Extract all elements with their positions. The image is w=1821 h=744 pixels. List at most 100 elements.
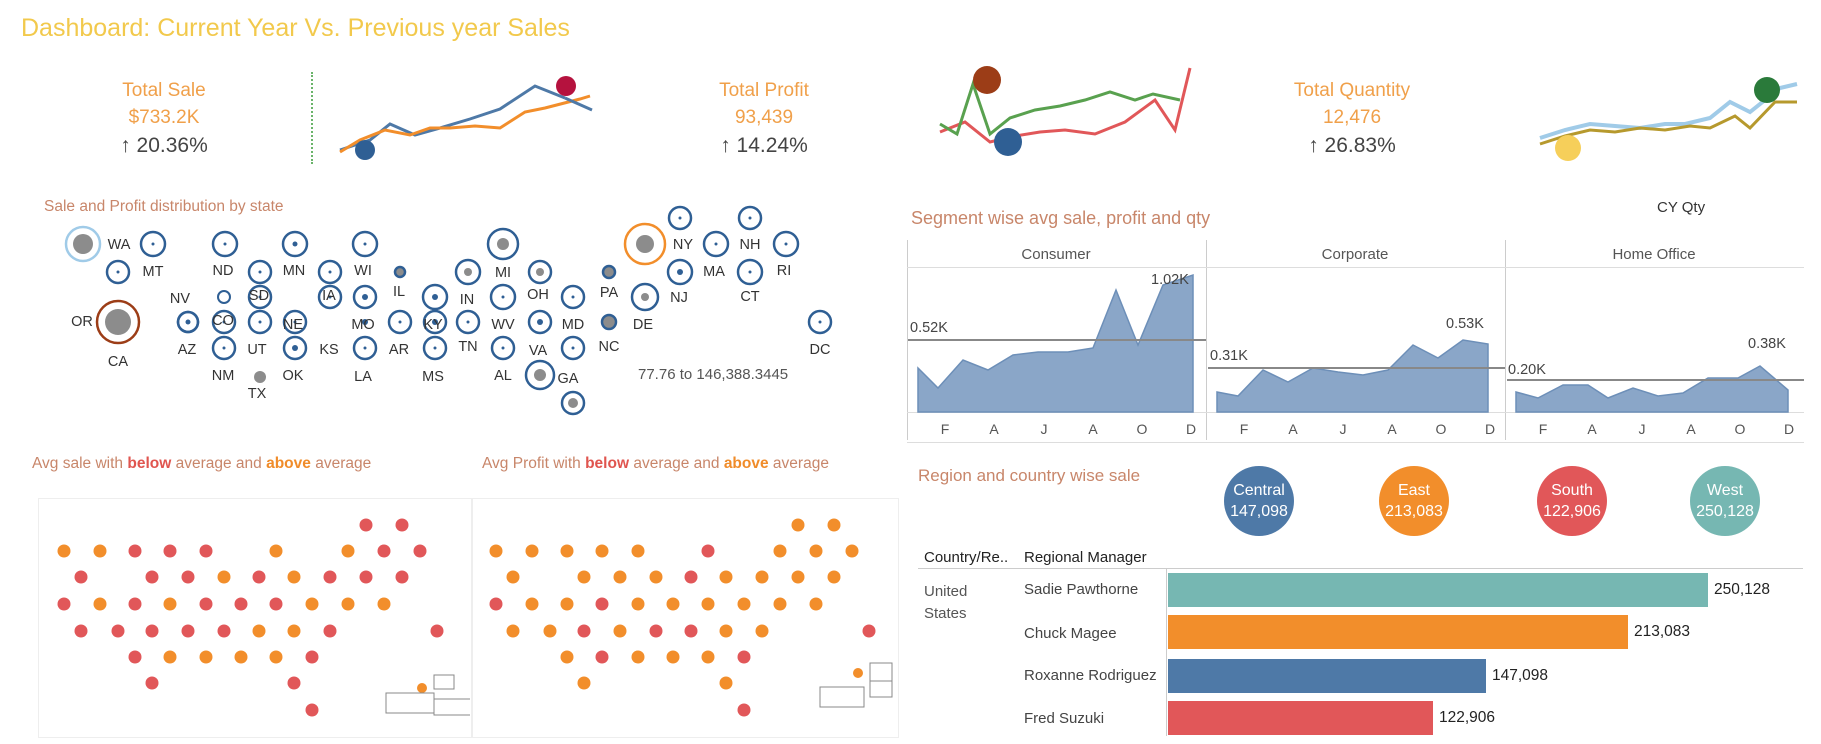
dot — [74, 570, 88, 584]
table-country-cell: United States — [924, 583, 968, 622]
profit-sparkline[interactable] — [935, 62, 1195, 172]
state-label-nm: NM — [211, 368, 235, 384]
dot — [631, 544, 645, 558]
avg-profit-below: below — [585, 455, 630, 472]
dot — [577, 624, 591, 638]
table-header-country[interactable]: Country/Re.. — [924, 549, 1008, 566]
state-label-al: AL — [494, 368, 512, 384]
dot — [773, 544, 787, 558]
sales-min-marker — [355, 140, 375, 160]
month-tick: O — [1136, 421, 1148, 437]
state-dot-35 — [571, 346, 575, 350]
state-dot-28 — [537, 319, 543, 325]
kpi-total-sale: Total Sale $733.2K ↑ 20.36% — [64, 77, 264, 161]
state-dot-6 — [748, 216, 752, 220]
segment-area-charts[interactable] — [908, 270, 1804, 415]
state-label-nv: NV — [169, 291, 191, 307]
avg-profit-dot-map[interactable] — [472, 505, 897, 735]
dot — [809, 544, 823, 558]
region-circle-west[interactable]: West 250,128 — [1690, 466, 1760, 536]
state-label-mo: MO — [351, 317, 375, 333]
state-dot-11 — [328, 270, 332, 274]
dot — [666, 597, 680, 611]
dot — [234, 650, 248, 664]
state-dot-22 — [258, 320, 262, 324]
state-label-mi: MI — [494, 265, 512, 281]
month-tick: F — [1239, 421, 1249, 437]
state-label-wi: WI — [354, 263, 372, 279]
dot — [525, 544, 539, 558]
dot — [560, 650, 574, 664]
state-label-ma: MA — [703, 264, 725, 280]
dot — [649, 624, 663, 638]
dot — [145, 624, 159, 638]
segment-area-home-office — [1515, 365, 1789, 413]
region-circle-central[interactable]: Central 147,098 — [1224, 466, 1294, 536]
avg-profit-dots — [489, 518, 876, 717]
dot — [93, 544, 107, 558]
dot — [417, 683, 427, 693]
kpi-sale-change: ↑ 20.36% — [120, 134, 208, 157]
dot — [217, 570, 231, 584]
avg-sale-mid: average and — [171, 455, 267, 472]
inset-alaska — [819, 686, 865, 708]
state-bubble-ny-dot — [636, 235, 654, 253]
manager-bar-3[interactable] — [1168, 659, 1486, 693]
dot — [93, 597, 107, 611]
state-label-nh: NH — [739, 237, 761, 253]
dot — [595, 650, 609, 664]
month-tick: D — [1783, 421, 1795, 437]
state-dot-7 — [714, 242, 718, 246]
state-bubble-sc-dot — [568, 398, 578, 408]
manager-bar-4[interactable] — [1168, 701, 1433, 735]
region-south-value: 122,906 — [1543, 503, 1601, 520]
region-circle-south[interactable]: South 122,906 — [1537, 466, 1607, 536]
sales-sparkline[interactable] — [330, 68, 600, 168]
dot — [489, 597, 503, 611]
state-bubble-pa-top-dot — [536, 268, 544, 276]
manager-bar-label-3: 147,098 — [1492, 667, 1549, 684]
segment-corporate-max-label: 0.53K — [1446, 316, 1484, 332]
month-tick: A — [1288, 421, 1298, 437]
dot — [163, 597, 177, 611]
state-label-ok: OK — [282, 368, 304, 384]
table-header-manager[interactable]: Regional Manager — [1024, 549, 1147, 566]
state-bubble-map[interactable] — [0, 195, 880, 435]
state-dot-33 — [433, 346, 437, 350]
dot — [631, 650, 645, 664]
manager-name-2: Chuck Magee — [1024, 625, 1117, 642]
avg-sale-dots — [57, 518, 444, 717]
dashboard-title: Dashboard: Current Year Vs. Previous yea… — [21, 14, 570, 42]
manager-bar-1[interactable] — [1168, 573, 1708, 607]
state-dot-3 — [292, 241, 298, 247]
manager-bar-label-2: 213,083 — [1634, 623, 1691, 640]
dot — [359, 570, 373, 584]
kpi-sale-value: $733.2K — [128, 107, 200, 128]
avg-sale-dot-map[interactable] — [38, 505, 470, 735]
dot — [181, 570, 195, 584]
dot — [701, 650, 715, 664]
quantity-sparkline[interactable] — [1535, 62, 1805, 172]
sales-sparkline-cy — [339, 94, 591, 154]
dot — [737, 650, 751, 664]
dot — [737, 703, 751, 717]
avg-sale-below: below — [127, 455, 172, 472]
dot — [595, 544, 609, 558]
dot — [252, 624, 266, 638]
inset-small — [433, 674, 455, 690]
dot — [377, 597, 391, 611]
dot — [145, 570, 159, 584]
region-circle-east[interactable]: East 213,083 — [1379, 466, 1449, 536]
month-tick: A — [1686, 421, 1696, 437]
state-label-dc: DC — [809, 342, 831, 358]
region-title: Region and country wise sale — [918, 466, 1141, 485]
state-label-md: MD — [561, 317, 585, 333]
month-tick: A — [1088, 421, 1098, 437]
segment-header-line — [907, 267, 1804, 268]
month-tick: D — [1185, 421, 1197, 437]
manager-name-4: Fred Suzuki — [1024, 710, 1105, 727]
dot — [719, 570, 733, 584]
manager-bar-2[interactable] — [1168, 615, 1628, 649]
dot — [163, 544, 177, 558]
state-dot-13 — [748, 270, 752, 274]
